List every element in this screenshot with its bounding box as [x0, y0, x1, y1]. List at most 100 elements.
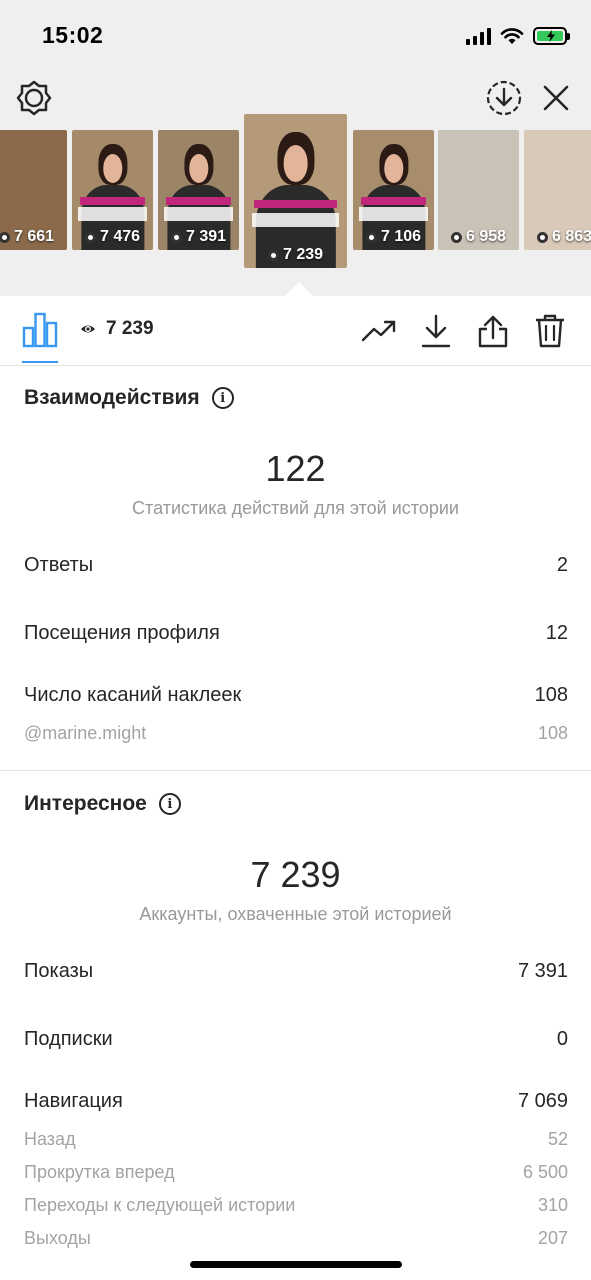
eye-icon: [365, 231, 377, 243]
insights-action-bar: 7 239: [0, 296, 591, 366]
stat-subrow-back: Назад 52: [24, 1129, 568, 1150]
story-thumbnail[interactable]: 6 958: [438, 130, 519, 250]
info-icon[interactable]: i: [211, 387, 234, 409]
status-bar: 15:02: [0, 0, 591, 70]
tab-underline: [22, 361, 58, 363]
info-icon[interactable]: i: [158, 793, 181, 815]
story-thumbnail[interactable]: 7 391: [158, 130, 239, 250]
story-mention-sticker: [80, 197, 145, 206]
discovery-total: 7 239: [250, 854, 341, 895]
story-text-overlay: [252, 212, 339, 227]
stat-label: Показы: [24, 960, 94, 982]
eye-icon: [0, 231, 10, 243]
story-preview-area: 15:02 7 661 7 476 7 391 7 239 7 106 6 95…: [0, 0, 591, 296]
stat-value: 52: [547, 1129, 568, 1149]
story-views: 7 661: [0, 228, 67, 246]
story-views: 6 863: [524, 228, 591, 246]
eye-icon: [170, 231, 182, 243]
interactions-caption: Статистика действий для этой истории: [132, 498, 459, 518]
stat-value: 207: [537, 1228, 568, 1248]
eye-icon: [267, 249, 279, 261]
story-views-count: 7 239: [282, 246, 324, 263]
discovery-title: Интересное: [24, 792, 147, 815]
stat-label: Выходы: [24, 1228, 91, 1248]
eye-icon: [450, 231, 462, 243]
interactions-title: Взаимодействия: [24, 386, 200, 409]
discovery-heading: Интересное i: [24, 792, 181, 816]
home-indicator: [190, 1261, 402, 1268]
stat-row-sticker-taps: Число касаний наклеек 108: [24, 684, 568, 707]
download-circle-icon[interactable]: [484, 78, 524, 118]
story-person-face: [283, 144, 308, 182]
views-count-label: 7 239: [106, 318, 154, 339]
story-views-count: 7 661: [13, 228, 55, 245]
stat-subrow-forward: Прокрутка вперед 6 500: [24, 1162, 568, 1183]
download-icon[interactable]: [417, 312, 455, 350]
selected-pointer: [285, 282, 313, 296]
story-views-count: 6 958: [465, 228, 507, 245]
stat-row-profile-visits: Посещения профиля 12: [24, 622, 568, 645]
stat-label: Навигация: [24, 1090, 123, 1112]
stat-subrow-mention: @marine.might 108: [24, 723, 568, 744]
stat-value: 310: [537, 1195, 568, 1215]
story-views-count: 7 476: [99, 228, 141, 245]
story-text-overlay: [359, 206, 428, 221]
stat-value: 7 391: [517, 960, 568, 982]
story-text-overlay: [78, 206, 147, 221]
eye-icon: [84, 231, 96, 243]
interactions-heading: Взаимодействия i: [24, 386, 234, 410]
stat-value: 0: [556, 1028, 568, 1050]
signal-icon: [466, 27, 491, 45]
stat-label: Ответы: [24, 554, 94, 576]
stat-value: 108: [534, 684, 568, 706]
stat-label: Назад: [24, 1129, 76, 1149]
stat-value: 7 069: [517, 1090, 568, 1112]
battery-icon: [533, 27, 570, 45]
close-icon[interactable]: [536, 78, 576, 118]
stat-label: @marine.might: [24, 723, 147, 743]
stat-subrow-next-story: Переходы к следующей истории 310: [24, 1195, 568, 1216]
story-thumbnail[interactable]: 6 863: [524, 130, 591, 250]
story-thumbnail[interactable]: 7 476: [72, 130, 153, 250]
section-divider: [0, 770, 591, 771]
stat-row-navigation: Навигация 7 069: [24, 1090, 568, 1113]
stat-label: Число касаний наклеек: [24, 684, 242, 706]
story-views-count: 7 106: [380, 228, 422, 245]
discovery-caption: Аккаунты, охваченные этой историей: [139, 904, 452, 924]
stat-label: Подписки: [24, 1028, 113, 1050]
wifi-icon: [500, 28, 524, 44]
stat-label: Переходы к следующей истории: [24, 1195, 296, 1215]
stat-row-replies: Ответы 2: [24, 554, 568, 577]
story-mention-sticker: [166, 197, 231, 206]
story-thumbnails: 7 661 7 476 7 391 7 239 7 106 6 958 6 863: [0, 114, 591, 270]
story-views-count: 6 863: [551, 228, 591, 245]
share-icon[interactable]: [474, 312, 512, 350]
status-time: 15:02: [42, 22, 104, 48]
story-views: 7 239: [244, 246, 347, 264]
stat-value: 6 500: [522, 1162, 568, 1182]
status-icons: [466, 24, 570, 48]
story-thumbnail[interactable]: 7 106: [353, 130, 434, 250]
trending-icon[interactable]: [360, 312, 398, 350]
bar-chart-icon[interactable]: [22, 312, 58, 348]
story-views-count: 7 391: [185, 228, 227, 245]
trash-icon[interactable]: [531, 312, 569, 350]
eye-icon: [81, 325, 95, 333]
story-mention-sticker: [254, 200, 337, 209]
story-thumbnail[interactable]: 7 661: [0, 130, 67, 250]
story-views: 7 391: [158, 228, 239, 246]
gear-icon[interactable]: [14, 78, 54, 118]
stat-value: 2: [556, 554, 568, 576]
interactions-total: 122: [265, 448, 326, 489]
stat-label: Посещения профиля: [24, 622, 220, 644]
stat-row-follows: Подписки 0: [24, 1028, 568, 1051]
story-views: 7 106: [353, 228, 434, 246]
stat-value: 108: [537, 723, 568, 743]
story-views: 7 476: [72, 228, 153, 246]
stat-value: 12: [545, 622, 568, 644]
story-thumbnail-selected[interactable]: 7 239: [244, 114, 347, 268]
eye-icon: [536, 231, 548, 243]
story-views: 6 958: [438, 228, 519, 246]
story-mention-sticker: [361, 197, 426, 206]
stat-subrow-exits: Выходы 207: [24, 1228, 568, 1249]
